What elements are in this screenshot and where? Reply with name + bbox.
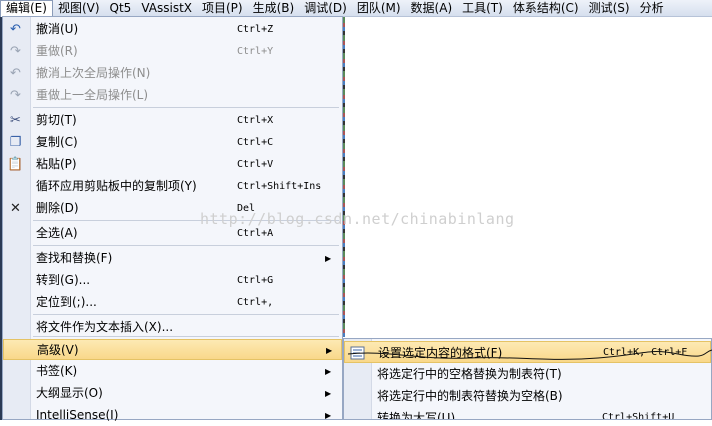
menubar-item[interactable]: 体系结构(C): [508, 0, 584, 16]
menu-item[interactable]: 循环应用剪贴板中的复制项(Y) Ctrl+Shift+Ins: [3, 176, 342, 197]
menu-item[interactable]: ↷ 重做(R) Ctrl+Y: [3, 41, 342, 62]
menubar-item[interactable]: 编辑(E): [0, 0, 53, 17]
submenu-item[interactable]: 转换为大写(U) Ctrl+Shift+U: [344, 407, 711, 420]
menubar-item[interactable]: 生成(B): [248, 0, 300, 16]
menu-item-label: 剪切(T): [36, 113, 77, 127]
menu-item-label: 删除(D): [36, 201, 79, 215]
menu-separator: [33, 314, 339, 315]
menu-item-label: 粘贴(P): [36, 157, 77, 171]
submenu-item[interactable]: 将选定行中的制表符替换为空格(B): [344, 385, 711, 407]
menu-item-label: IntelliSense(I): [36, 408, 119, 422]
menu-item-shortcut: Ctrl+G: [237, 275, 274, 286]
menu-bar: 编辑(E) 视图(V) Qt5 VAssistX 项目(P) 生成(B) 调试(D) 团队(M…: [0, 0, 712, 17]
menu-separator: [33, 245, 339, 246]
menu-item[interactable]: 转到(G)... Ctrl+G: [3, 270, 342, 291]
menubar-item[interactable]: 项目(P): [197, 0, 248, 16]
menu-item[interactable]: ❐ 复制(C) Ctrl+C: [3, 132, 342, 153]
submenu-item-label: 转换为大写(U): [377, 411, 456, 420]
menu-item-label: 撤消上次全局操作(N): [36, 66, 151, 80]
menu-item-label: 查找和替换(F): [36, 251, 113, 265]
delete-icon: ✕: [10, 201, 21, 216]
menu-item[interactable]: 全选(A) Ctrl+A: [3, 223, 342, 244]
menubar-item[interactable]: 工具(T): [457, 0, 508, 16]
submenu-item[interactable]: 设置选定内容的格式(F) Ctrl+K, Ctrl+F: [344, 341, 711, 363]
advanced-submenu: 设置选定内容的格式(F) Ctrl+K, Ctrl+F 将选定行中的空格替换为制表符…: [343, 338, 712, 420]
menu-item[interactable]: 📋 粘贴(P) Ctrl+V: [3, 154, 342, 175]
menu-item[interactable]: 将文件作为文本插入(X)...: [3, 317, 342, 338]
menu-separator: [33, 220, 339, 221]
redo-icon: ↷: [10, 44, 21, 59]
menu-item-shortcut: Ctrl+C: [237, 137, 274, 148]
menubar-item[interactable]: VAssistX: [136, 0, 197, 16]
edit-menu-dropdown: ↶ 撤消(U) Ctrl+Z ↷ 重做(R) Ctrl+Y ↶ 撤消上次全局操作(N) ↷ 重做上…: [2, 16, 343, 422]
paste-icon: 📋: [7, 157, 24, 172]
menu-item[interactable]: 查找和替换(F) ▶: [3, 248, 342, 269]
scissors-icon: ✂: [10, 113, 21, 128]
menu-separator: [33, 107, 339, 108]
menu-item[interactable]: IntelliSense(I) ▶: [3, 405, 342, 426]
submenu-arrow-icon: ▶: [325, 411, 332, 420]
menubar-item[interactable]: Qt5: [105, 0, 137, 16]
undo-icon: ↶: [10, 22, 21, 37]
menu-item-shortcut: Ctrl+Y: [237, 46, 274, 57]
menu-item-shortcut: Ctrl+A: [237, 228, 274, 239]
menu-item-label: 撤消(U): [36, 22, 79, 36]
menu-item[interactable]: 大纲显示(O) ▶: [3, 383, 342, 404]
menubar-item[interactable]: 分析: [635, 0, 669, 16]
menu-item[interactable]: 书签(K) ▶: [3, 361, 342, 382]
menu-item[interactable]: 高级(V) ▶: [3, 339, 342, 360]
menu-item[interactable]: ✂ 剪切(T) Ctrl+X: [3, 110, 342, 131]
submenu-item[interactable]: 将选定行中的空格替换为制表符(T): [344, 363, 711, 385]
menu-item[interactable]: ↶ 撤消(U) Ctrl+Z: [3, 19, 342, 40]
submenu-arrow-icon: ▶: [325, 367, 332, 376]
redo-global-icon: ↷: [10, 88, 21, 103]
menu-item-label: 转到(G)...: [36, 273, 91, 287]
copy-icon: ❐: [9, 135, 22, 150]
menu-item-label: 复制(C): [36, 135, 78, 149]
submenu-item-label: 设置选定内容的格式(F): [378, 346, 503, 360]
menu-item-shortcut: Ctrl+X: [237, 115, 274, 126]
menu-item-shortcut: Ctrl+V: [237, 159, 274, 170]
menubar-item[interactable]: 视图(V): [53, 0, 105, 16]
undo-global-icon: ↶: [10, 66, 21, 81]
submenu-item-shortcut: Ctrl+K, Ctrl+F: [603, 347, 688, 358]
menu-item[interactable]: 定位到(;)... Ctrl+,: [3, 292, 342, 313]
menu-item-label: 高级(V): [37, 343, 79, 357]
menu-item-label: 重做上一全局操作(L): [36, 88, 149, 102]
menu-item[interactable]: ↶ 撤消上次全局操作(N): [3, 63, 342, 84]
format-icon: [350, 346, 365, 360]
menu-item-label: 书签(K): [36, 364, 78, 378]
menu-item-label: 全选(A): [36, 226, 78, 240]
submenu-item-label: 将选定行中的制表符替换为空格(B): [377, 389, 563, 403]
submenu-arrow-icon: ▶: [326, 346, 333, 355]
menubar-item[interactable]: 数据(A): [406, 0, 458, 16]
menu-item[interactable]: ✕ 删除(D) Del: [3, 198, 342, 219]
menu-item[interactable]: ↷ 重做上一全局操作(L): [3, 85, 342, 106]
submenu-arrow-icon: ▶: [325, 254, 332, 263]
menu-item-label: 将文件作为文本插入(X)...: [36, 320, 174, 334]
menu-item-shortcut: Del: [237, 203, 256, 214]
menu-item-shortcut: Ctrl+Shift+Ins: [237, 181, 322, 192]
menu-item-label: 大纲显示(O): [36, 386, 103, 400]
menu-item-shortcut: Ctrl+Z: [237, 24, 274, 35]
menu-item-label: 定位到(;)...: [36, 295, 97, 309]
menu-item-label: 重做(R): [36, 44, 78, 58]
submenu-item-shortcut: Ctrl+Shift+U: [602, 412, 675, 420]
menu-item-label: 循环应用剪贴板中的复制项(Y): [36, 179, 197, 193]
menu-item-shortcut: Ctrl+,: [237, 297, 274, 308]
menubar-item[interactable]: 测试(S): [584, 0, 635, 16]
menubar-item[interactable]: 团队(M): [352, 0, 406, 16]
submenu-item-label: 将选定行中的空格替换为制表符(T): [377, 367, 562, 381]
submenu-arrow-icon: ▶: [325, 389, 332, 398]
menubar-item[interactable]: 调试(D): [299, 0, 352, 16]
